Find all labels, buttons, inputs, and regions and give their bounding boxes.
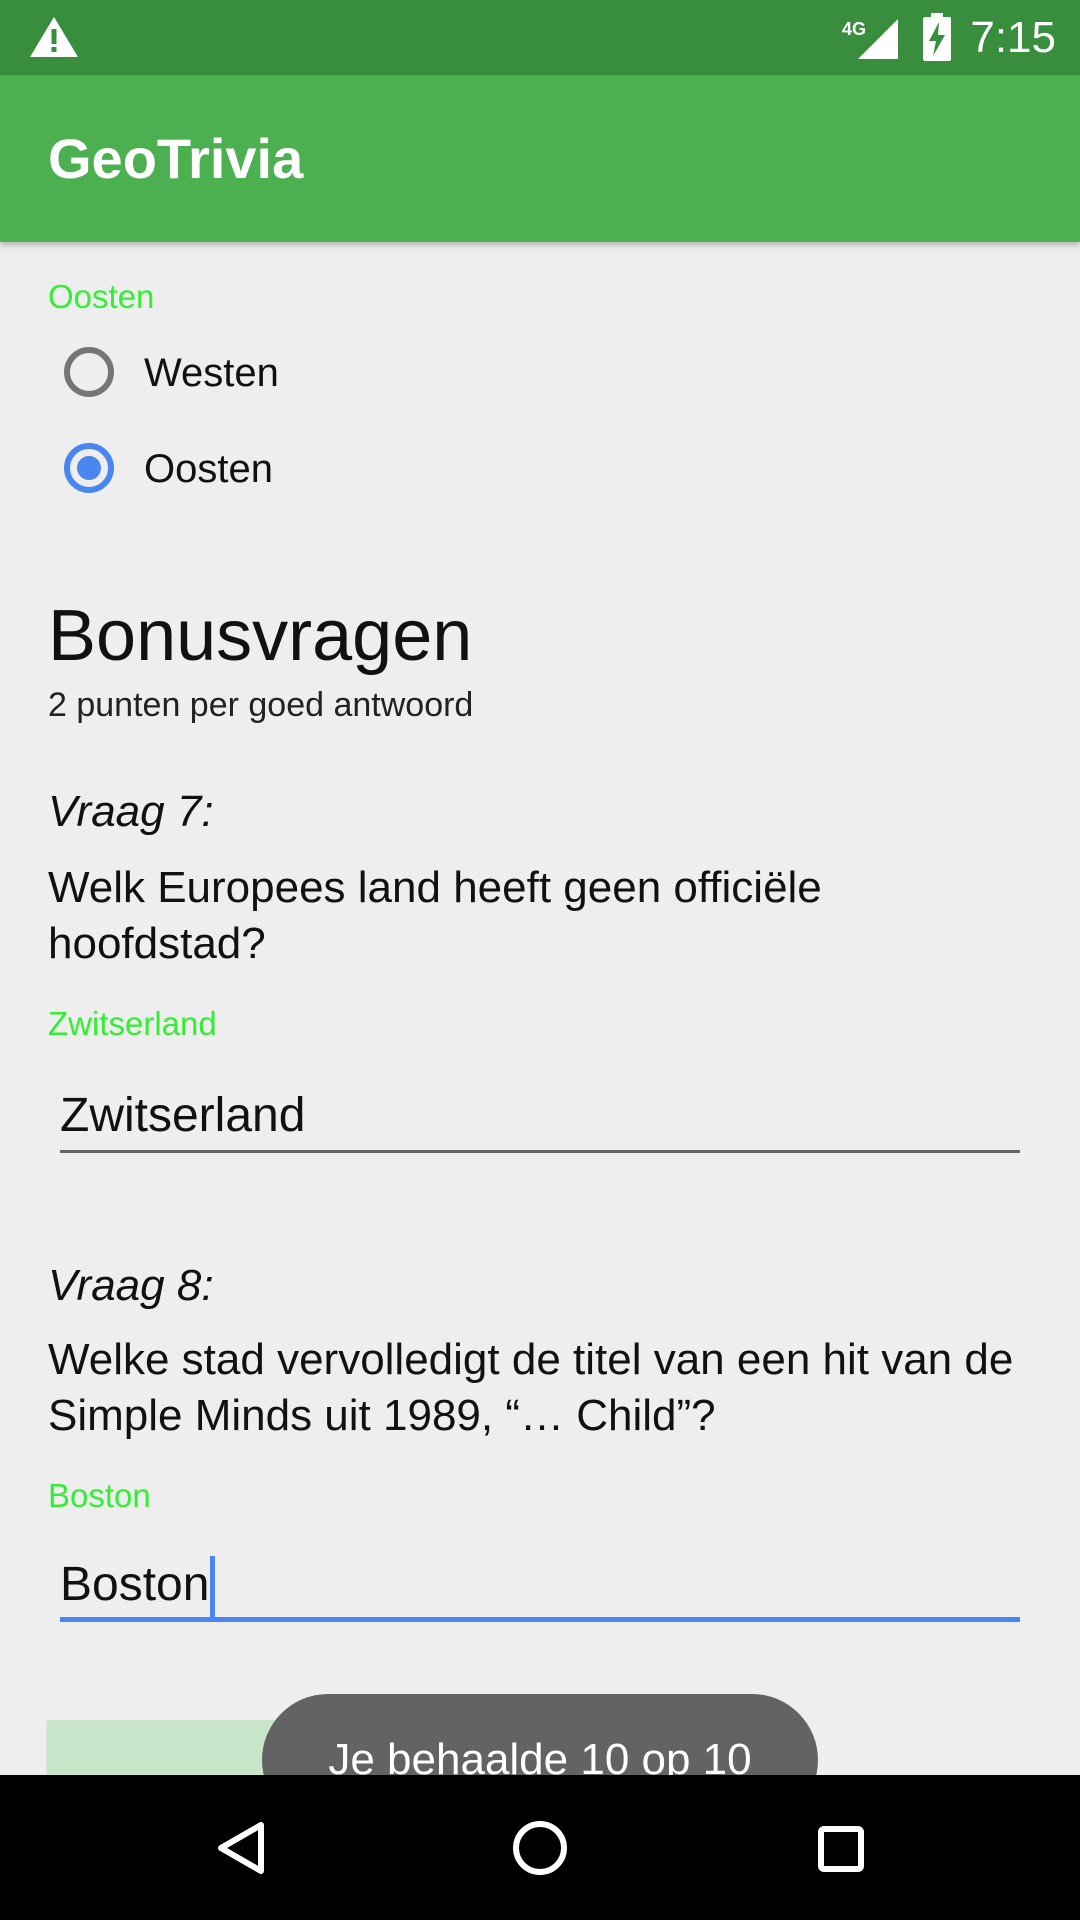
answer-input-q7[interactable]: Zwitserland <box>60 1083 1020 1153</box>
answer-hint-q8: Boston <box>48 1477 151 1514</box>
toast-message: Je behaalde 10 op 10 <box>262 1694 818 1775</box>
answer-hint-q7: Zwitserland <box>48 1005 217 1042</box>
status-bar: 4G 7:15 <box>0 0 1080 75</box>
answer-input-q8[interactable]: Boston <box>60 1552 1020 1622</box>
clock: 7:15 <box>970 13 1056 62</box>
text-cursor <box>210 1556 216 1620</box>
question-text-8: Welke stad vervolledigt de titel van een… <box>48 1335 1014 1440</box>
recents-button[interactable] <box>765 1775 915 1920</box>
radio-checked-icon[interactable] <box>64 443 114 493</box>
question-number-8: Vraag 8: <box>48 1261 214 1310</box>
answer-input-focused[interactable]: Boston <box>60 1556 216 1620</box>
radio-unchecked-icon[interactable] <box>64 347 114 397</box>
question-number-7: Vraag 7: <box>48 787 214 836</box>
home-button[interactable] <box>465 1775 615 1920</box>
question-text-7: Welk Europees land heeft geen officiële … <box>48 863 822 968</box>
answer-input-value[interactable]: Boston <box>60 1558 209 1611</box>
home-icon <box>513 1821 567 1875</box>
warning-icon <box>30 17 78 57</box>
app-title: GeoTrivia <box>48 127 304 190</box>
back-button[interactable] <box>165 1775 315 1920</box>
radio-option-westen[interactable]: Westen <box>64 339 664 415</box>
back-icon <box>218 1822 264 1874</box>
section-subheading: 2 punten per goed antwoord <box>48 686 474 724</box>
radio-label[interactable]: Oosten <box>144 441 273 497</box>
app-bar: GeoTrivia <box>0 75 1080 242</box>
signal-icon: 4G <box>842 19 898 59</box>
recents-icon <box>818 1826 864 1872</box>
network-type-label: 4G <box>842 19 866 39</box>
answer-input-value[interactable]: Zwitserland <box>60 1087 305 1145</box>
radio-label[interactable]: Westen <box>144 345 279 401</box>
quiz-content[interactable]: Oosten Westen Oosten Bonusvragen 2 punte… <box>0 242 1080 1775</box>
navigation-bar <box>0 1775 1080 1920</box>
answer-hint-q6: Oosten <box>48 278 155 315</box>
battery-charging-icon <box>923 13 951 61</box>
section-heading: Bonusvragen <box>48 596 473 676</box>
radio-option-oosten[interactable]: Oosten <box>64 435 664 511</box>
